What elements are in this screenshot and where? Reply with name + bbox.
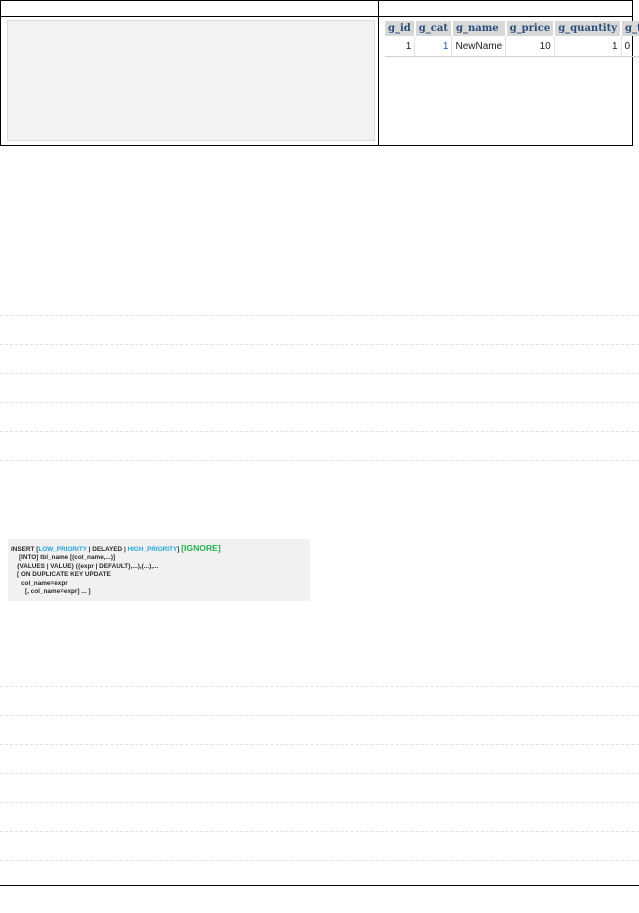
syntax-insert-keyword: INSERT [ xyxy=(11,546,39,553)
syntax-line-3: {VALUES | VALUE} ({expr | DEFAULT},...),… xyxy=(17,562,159,570)
separator-line xyxy=(0,315,639,316)
separator-line xyxy=(0,431,639,432)
syntax-line-6: [, col_name=expr] ... ] xyxy=(25,588,91,596)
separator-line xyxy=(0,373,639,374)
syntax-low-priority: LOW_PRIORITY xyxy=(38,546,87,553)
cell-g-cat[interactable]: 1 xyxy=(414,36,453,57)
cell-g-price: 10 xyxy=(505,36,555,57)
cell-g-quantity: 1 xyxy=(554,36,622,57)
separator-line xyxy=(0,344,639,345)
separator-line xyxy=(0,402,639,403)
insert-syntax-snippet: INSERT [LOW_PRIORITY | DELAYED | HIGH_PR… xyxy=(8,539,310,601)
syntax-line-1: INSERT [LOW_PRIORITY | DELAYED | HIGH_PR… xyxy=(11,544,310,554)
separator-line xyxy=(0,715,639,716)
column-header-g-quantity[interactable]: g_quantity xyxy=(554,21,623,36)
cell-g-name: NewName xyxy=(451,36,507,57)
cell-g-top: 0 xyxy=(621,36,639,57)
syntax-separator: | DELAYED | xyxy=(86,546,128,553)
result-header-row: g_id g_cat g_name g_price g_quantity g_t… xyxy=(385,21,639,36)
column-header-g-price[interactable]: g_price xyxy=(505,21,556,36)
separator-line xyxy=(0,860,639,861)
syntax-line-2: [INTO] tbl_name [(col_name,...)] xyxy=(19,554,116,562)
syntax-high-priority: HIGH_PRIORITY xyxy=(127,546,178,553)
frame-header-row xyxy=(1,1,632,17)
column-header-g-cat[interactable]: g_cat xyxy=(414,21,453,36)
separator-line xyxy=(0,802,639,803)
frame-column-divider xyxy=(378,1,379,145)
query-editor-panel xyxy=(7,20,375,141)
result-table: g_id g_cat g_name g_price g_quantity g_t… xyxy=(385,21,639,57)
syntax-line-5: col_name=expr xyxy=(21,579,68,587)
separator-line xyxy=(0,460,639,461)
column-header-g-name[interactable]: g_name xyxy=(451,21,507,36)
separator-line xyxy=(0,686,639,687)
separator-line xyxy=(0,831,639,832)
separator-line xyxy=(0,773,639,774)
query-result-frame: g_id g_cat g_name g_price g_quantity g_t… xyxy=(0,0,639,146)
column-header-g-id[interactable]: g_id xyxy=(385,21,416,36)
syntax-line-4: [ ON DUPLICATE KEY UPDATE xyxy=(17,571,111,579)
bottom-rule xyxy=(0,885,639,886)
syntax-ignore: [IGNORE] xyxy=(181,543,221,553)
separator-line xyxy=(0,744,639,745)
column-header-g-top[interactable]: g_top xyxy=(621,21,639,36)
table-row: 1 1 NewName 10 1 0 xyxy=(385,36,639,57)
cell-g-id: 1 xyxy=(385,36,416,57)
